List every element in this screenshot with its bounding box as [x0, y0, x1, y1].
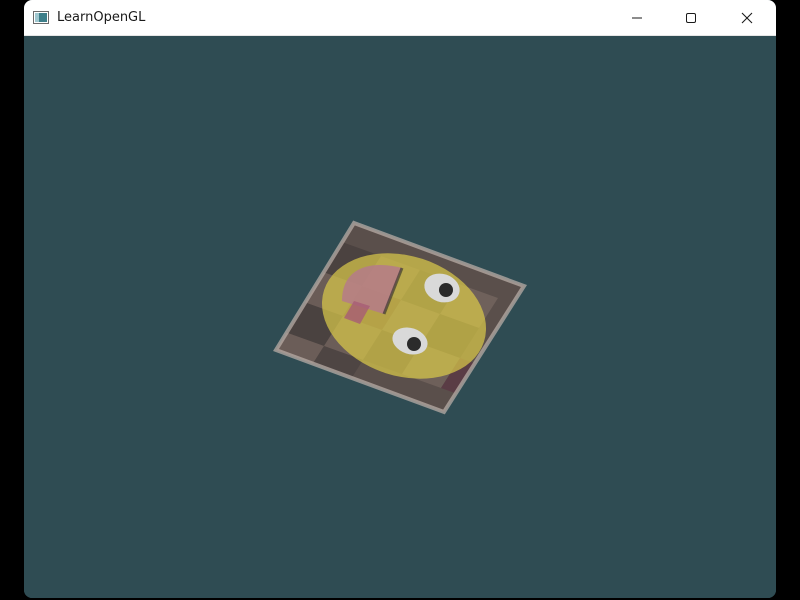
close-icon: [741, 12, 753, 24]
minimize-button[interactable]: [614, 0, 660, 36]
window-title: LearnOpenGL: [57, 10, 146, 25]
opengl-viewport[interactable]: [24, 36, 776, 598]
app-window: LearnOpenGL: [24, 0, 776, 598]
app-icon: [33, 11, 49, 24]
maximize-button[interactable]: [668, 0, 714, 36]
minimize-icon: [632, 17, 642, 19]
title-bar[interactable]: LearnOpenGL: [24, 0, 776, 36]
maximize-icon: [686, 13, 696, 23]
render-canvas: [273, 220, 528, 415]
close-button[interactable]: [724, 0, 770, 36]
